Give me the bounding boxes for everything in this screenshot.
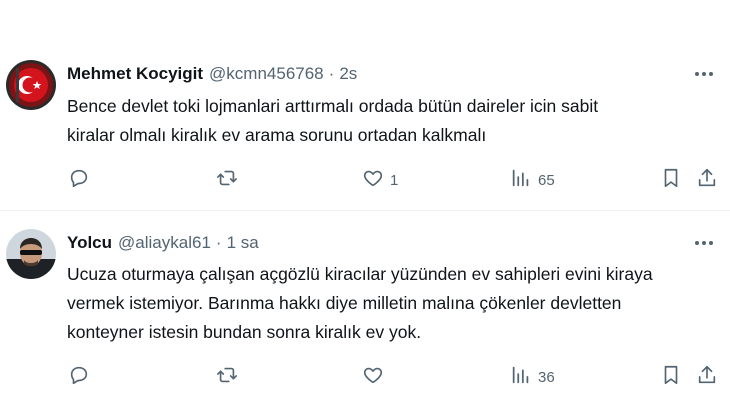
retweet-icon (216, 167, 238, 193)
tweet[interactable]: Yolcu @aliaykal61 · 1 sa Ucuza oturmaya … (0, 211, 730, 420)
author-handle[interactable]: @kcmn456768 (209, 64, 324, 84)
tweet-text-line: Bence devlet toki lojmanlari arttırmalı … (67, 96, 599, 116)
heart-icon (362, 364, 384, 390)
like-button[interactable]: 1 (362, 168, 398, 192)
bookmark-button[interactable] (660, 168, 682, 192)
bookmark-button[interactable] (660, 365, 682, 389)
author-name[interactable]: Mehmet Kocyigit (67, 64, 203, 84)
avatar[interactable] (6, 60, 56, 110)
retweet-button[interactable] (216, 168, 244, 192)
views-button[interactable]: 65 (510, 168, 555, 192)
views-icon (510, 364, 532, 390)
reply-icon (68, 167, 90, 193)
view-count: 65 (538, 171, 555, 189)
reply-icon (68, 364, 90, 390)
reply-button[interactable] (68, 168, 96, 192)
views-icon (510, 167, 532, 193)
like-button[interactable] (362, 365, 390, 389)
tweet-feed: Mehmet Kocyigit @kcmn456768 · 2s Bence d… (0, 0, 730, 420)
bookmark-icon (660, 364, 682, 390)
like-count: 1 (390, 171, 399, 189)
author-handle[interactable]: @aliaykal61 (118, 233, 211, 253)
bookmark-icon (660, 167, 682, 193)
separator-dot: · (328, 64, 335, 83)
tweet-header: Mehmet Kocyigit @kcmn456768 · 2s (67, 62, 357, 86)
more-icon[interactable] (692, 64, 716, 84)
share-icon (696, 364, 718, 390)
share-button[interactable] (696, 168, 718, 192)
share-icon (696, 167, 718, 193)
heart-icon (362, 167, 384, 193)
tweet-time[interactable]: 1 sa (227, 233, 259, 253)
tweet-text: Ucuza oturmaya çalışan açgözlü kiracılar… (67, 260, 707, 347)
share-button[interactable] (696, 365, 718, 389)
tweet-text-line: Ucuza oturmaya çalışan açgözlü kiracılar… (67, 264, 653, 284)
retweet-icon (216, 364, 238, 390)
separator-dot: · (215, 233, 222, 252)
tweet-text-line: vermek istemiyor. Barınma hakkı diye mil… (67, 293, 622, 313)
retweet-button[interactable] (216, 365, 244, 389)
reply-button[interactable] (68, 365, 96, 389)
author-name[interactable]: Yolcu (67, 233, 112, 253)
avatar[interactable] (6, 229, 56, 279)
more-icon[interactable] (692, 233, 716, 253)
tweet-text-line: kiralar olmalı kiralık ev arama sorunu o… (67, 125, 487, 145)
tweet-time[interactable]: 2s (339, 64, 357, 84)
action-bar: 1 65 (0, 168, 730, 192)
tweet-text: Bence devlet toki lojmanlari arttırmalı … (67, 92, 707, 150)
views-button[interactable]: 36 (510, 365, 555, 389)
view-count: 36 (538, 368, 555, 386)
tweet-header: Yolcu @aliaykal61 · 1 sa (67, 231, 259, 255)
action-bar: 36 (0, 365, 730, 389)
tweet-text-line: konteyner istesin bundan sonra kiralık e… (67, 322, 422, 342)
tweet[interactable]: Mehmet Kocyigit @kcmn456768 · 2s Bence d… (0, 0, 730, 210)
